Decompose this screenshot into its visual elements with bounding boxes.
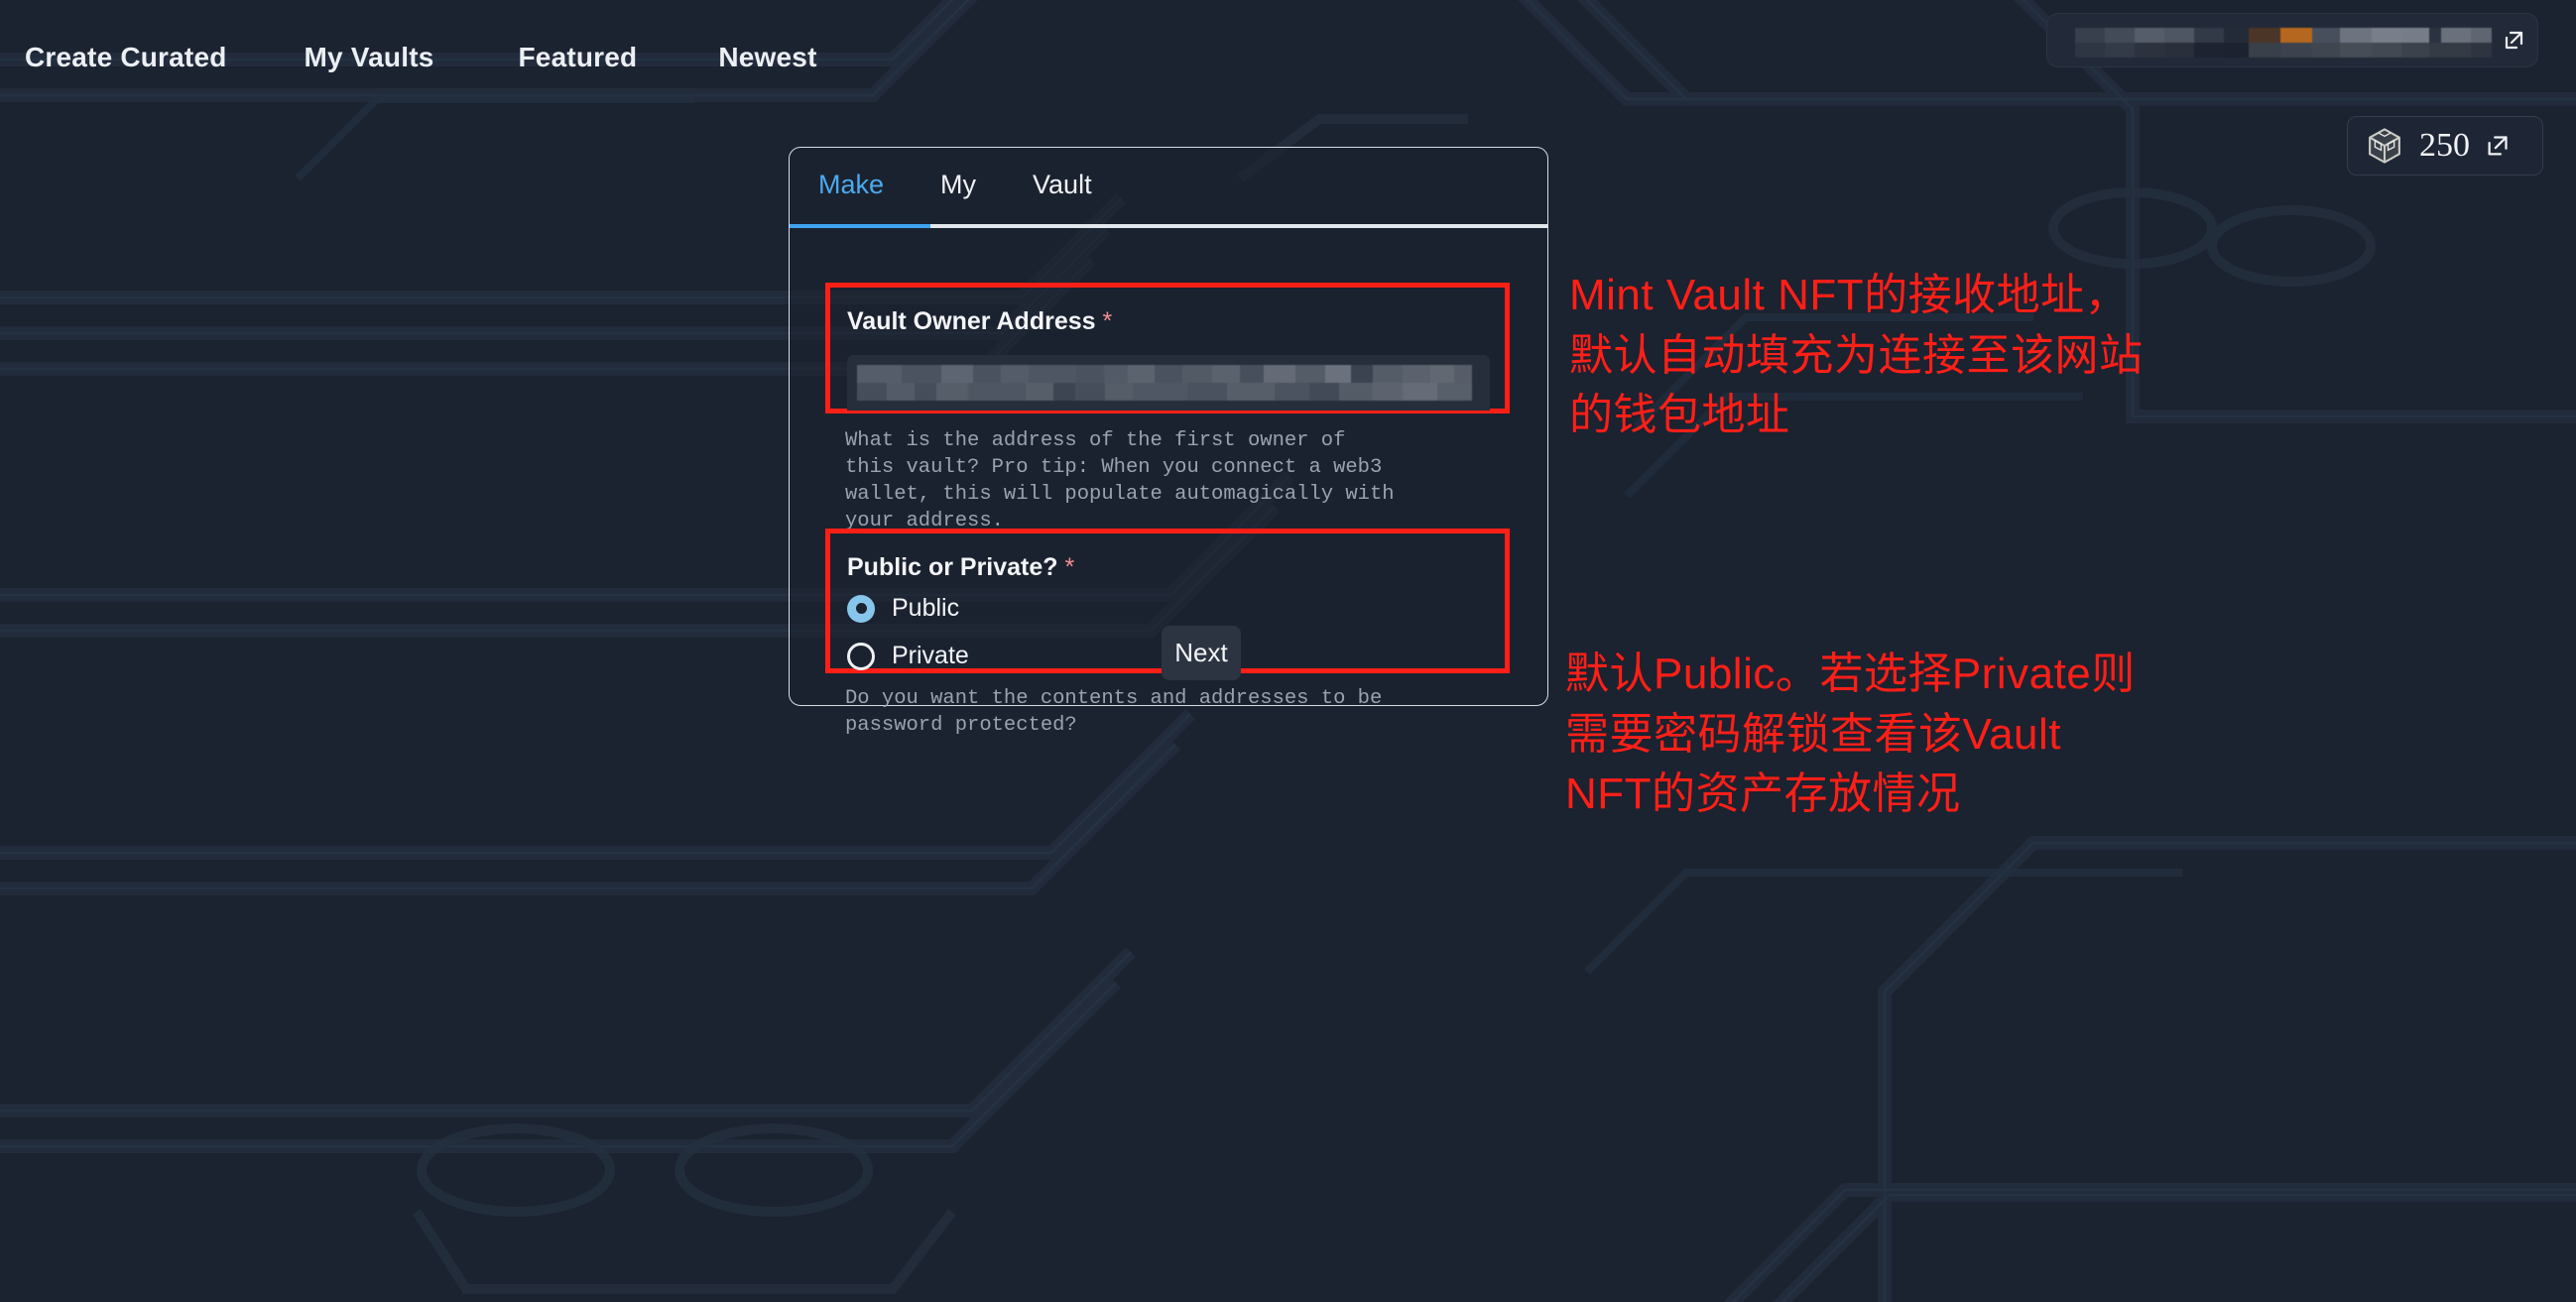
token-count-value: 250 (2419, 127, 2470, 164)
radio-unchecked-icon (847, 642, 875, 670)
next-button[interactable]: Next (1162, 626, 1241, 680)
annotation-owner-address-note: Mint Vault NFT的接收地址， 默认自动填充为连接至该网站 的钱包地址 (1569, 271, 2144, 440)
nav-item-my-vaults[interactable]: My Vaults (305, 42, 434, 73)
owner-address-label: Vault Owner Address * (847, 307, 1112, 336)
nav-item-featured[interactable]: Featured (519, 42, 638, 73)
access-type-label-text: Public or Private? (847, 553, 1058, 581)
owner-address-value-redacted (857, 365, 1472, 401)
wallet-connect-pill[interactable] (2046, 13, 2538, 67)
owner-address-label-text: Vault Owner Address (847, 307, 1096, 335)
radio-option-public[interactable]: Public (847, 594, 959, 623)
annotation-public-private-note: 默认Public。若选择Private则 需要密码解锁查看该Vault NFT的… (1565, 650, 2136, 819)
tab-active-indicator (790, 224, 930, 228)
required-marker: * (1064, 553, 1075, 581)
cube-wireframe-icon (2369, 128, 2400, 164)
nav-item-create-curated[interactable]: Create Curated (25, 42, 227, 73)
required-marker: * (1102, 307, 1113, 335)
create-vault-card: Make My Vault Vault Owner Address * What… (789, 147, 1548, 737)
radio-checked-icon (847, 594, 875, 623)
tab-vault[interactable]: Vault (1023, 170, 1102, 200)
radio-label-private: Private (892, 642, 969, 669)
tab-my[interactable]: My (930, 170, 986, 200)
access-type-label: Public or Private? * (847, 553, 1074, 582)
tab-make[interactable]: Make (808, 170, 894, 200)
top-navigation: Create Curated My Vaults Featured Newest (0, 42, 817, 73)
card-tab-bar: Make My Vault (790, 148, 1547, 225)
radio-option-private[interactable]: Private (847, 642, 969, 670)
access-type-help-text: Do you want the contents and addresses t… (845, 687, 1383, 738)
wallet-address-redacted (2075, 28, 2492, 58)
external-link-icon[interactable] (2484, 133, 2511, 160)
token-count-badge[interactable]: 250 (2347, 116, 2543, 176)
owner-address-help-text: What is the address of the first owner o… (845, 429, 1395, 533)
nav-item-newest[interactable]: Newest (718, 42, 816, 73)
owner-address-input[interactable] (847, 355, 1490, 411)
external-link-icon[interactable] (2502, 29, 2525, 53)
radio-label-public: Public (892, 594, 960, 622)
